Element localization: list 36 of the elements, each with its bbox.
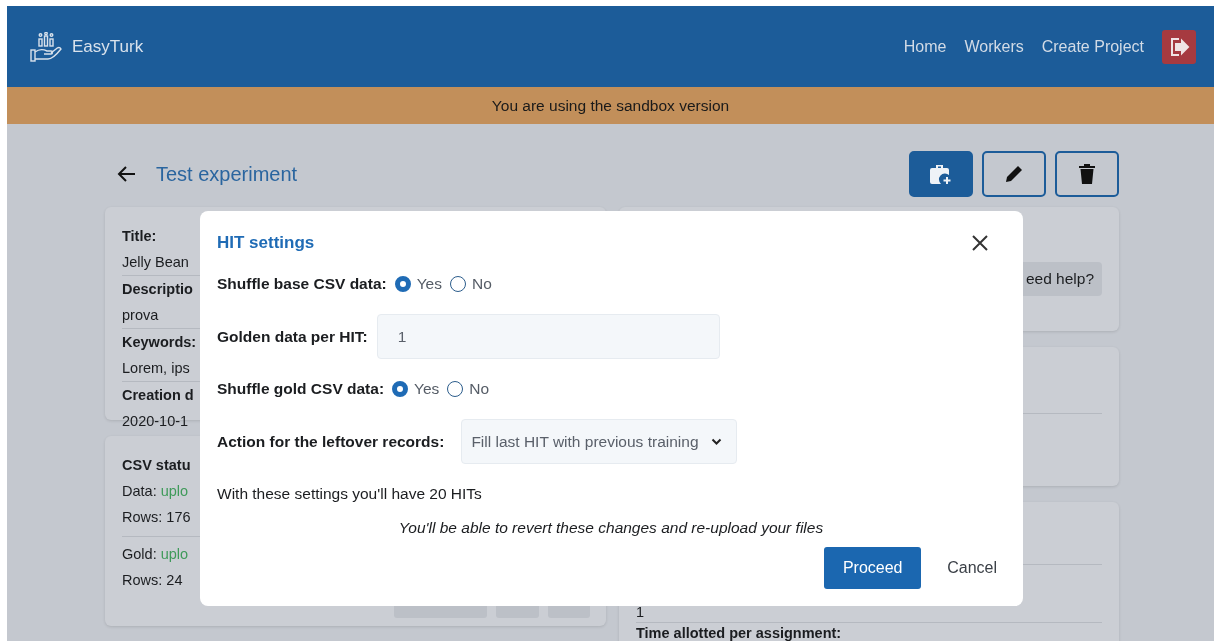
field-value: 2020-10-1 — [122, 412, 189, 431]
nav-link[interactable]: Create Project — [1041, 37, 1144, 56]
page-title: Test experiment — [156, 162, 298, 186]
nav-link[interactable]: Home — [903, 37, 947, 56]
csv-status: Data: uplo — [122, 482, 189, 501]
card-heading: CSV statu — [122, 456, 191, 475]
field-value: 1 — [636, 604, 645, 620]
brand-name[interactable]: EasyTurk — [72, 36, 144, 57]
sandbox-notice: You are using the sandbox version — [491, 96, 730, 115]
proceed-button[interactable]: Proceed — [824, 547, 922, 589]
field-label: Shuffle base CSV data: — [217, 275, 387, 293]
radio-label: Yes — [414, 380, 440, 398]
cancel-button[interactable]: Cancel — [939, 551, 1005, 585]
summary-text: With these settings you'll have 20 HITs — [217, 484, 483, 504]
field-label: Title: — [122, 227, 157, 246]
radio-label: No — [472, 275, 492, 293]
field-label: Time allotted per assignment: — [636, 624, 843, 641]
field-value: Lorem, ips — [122, 359, 190, 378]
radio-label: No — [469, 380, 490, 398]
row-count: Rows: 176 — [122, 508, 191, 527]
field-value: Jelly Bean — [122, 253, 189, 272]
input-field[interactable]: 1 — [376, 314, 720, 359]
dropdown[interactable]: Fill last HIT with previous training — [461, 419, 737, 464]
csv-status: Gold: uplo — [122, 545, 189, 564]
radio-label: Yes — [416, 275, 442, 293]
row-count: Rows: 24 — [122, 571, 183, 590]
field-label: Golden data per HIT: — [217, 327, 368, 346]
field-label: Shuffle gold CSV data: — [217, 380, 385, 398]
nav-link[interactable]: Workers — [964, 37, 1024, 56]
field-label: Creation d — [122, 386, 194, 405]
dialog-title: HIT settings — [217, 233, 315, 253]
field-value: prova — [122, 306, 159, 325]
field-label: Keywords: — [122, 333, 197, 352]
note-text: You'll be able to revert these changes and re-upload your files — [397, 518, 825, 538]
field-label: Descriptio — [122, 280, 193, 299]
field-label: Action for the leftover records: — [217, 432, 445, 451]
